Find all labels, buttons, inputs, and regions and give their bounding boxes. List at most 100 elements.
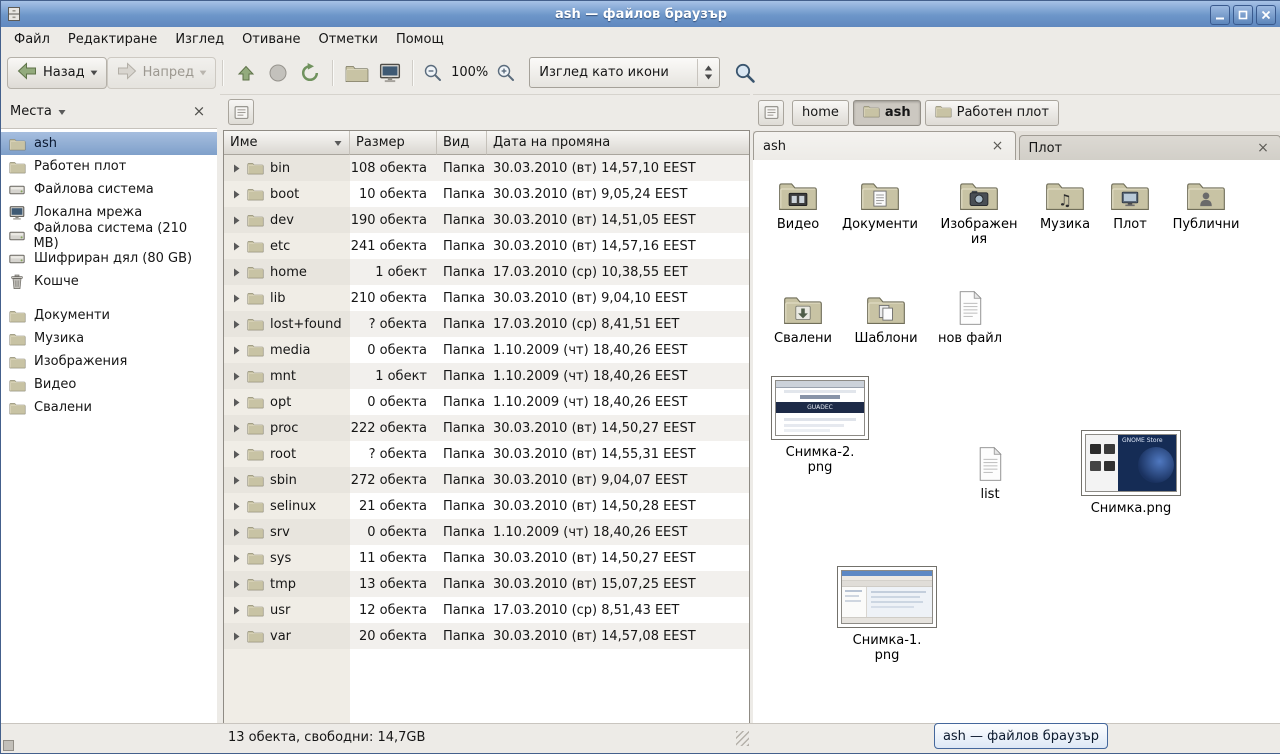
column-header-size[interactable]: Размер [350, 131, 437, 155]
tree-row-proc[interactable]: proc222 обектаПапка30.03.2010 (вт) 14,50… [224, 415, 749, 441]
sidebar-item-music[interactable]: Музика [1, 327, 217, 350]
menu-go[interactable]: Отиване [233, 29, 309, 50]
tree-row-lib[interactable]: lib210 обектаПапка30.03.2010 (вт) 9,04,1… [224, 285, 749, 311]
tab-close-icon[interactable]: × [1255, 140, 1271, 156]
expander-icon[interactable] [230, 502, 243, 511]
tree-row-var[interactable]: var20 обектаПапка30.03.2010 (вт) 14,57,0… [224, 623, 749, 649]
sidebar-item-encrypted-80gb[interactable]: Шифриран дял (80 GB) [1, 247, 217, 270]
tab-plot[interactable]: Плот× [1019, 135, 1280, 160]
up-button[interactable] [230, 57, 262, 89]
expander-icon[interactable] [230, 216, 243, 225]
icon-view-item-videos[interactable]: Видео [753, 178, 843, 232]
tree-row-opt[interactable]: opt0 обектаПапка1.10.2009 (чт) 18,40,26 … [224, 389, 749, 415]
tree-row-etc[interactable]: etc241 обектаПапка30.03.2010 (вт) 14,57,… [224, 233, 749, 259]
tab-close-icon[interactable]: × [990, 138, 1006, 154]
expander-icon[interactable] [230, 242, 243, 251]
expander-icon[interactable] [230, 632, 243, 641]
icon-view-item-desktop[interactable]: Плот [1095, 178, 1165, 232]
icon-view-item-public[interactable]: Публични [1161, 178, 1251, 232]
sidebar-selector-icon[interactable] [57, 102, 67, 121]
sidebar-item-trash[interactable]: Кошче [1, 270, 217, 293]
tree-row-usr[interactable]: usr12 обектаПапка17.03.2010 (ср) 8,51,43… [224, 597, 749, 623]
tree-row-bin[interactable]: bin108 обектаПапка30.03.2010 (вт) 14,57,… [224, 155, 749, 181]
icon-view-item-list[interactable]: list [957, 446, 1023, 502]
zoom-in-button[interactable] [493, 57, 519, 89]
expander-icon[interactable] [230, 164, 243, 173]
column-header-name[interactable]: Име [224, 131, 350, 155]
sidebar-item-documents[interactable]: Документи [1, 304, 217, 327]
expander-icon[interactable] [230, 320, 243, 329]
tree-row-home[interactable]: home1 обектПапка17.03.2010 (ср) 10,38,55… [224, 259, 749, 285]
home-button[interactable] [340, 57, 374, 89]
path-button-desktop[interactable]: Работен плот [925, 100, 1059, 126]
reload-button[interactable] [294, 57, 326, 89]
stop-button[interactable] [262, 57, 294, 89]
icon-view-item-snimka-1[interactable]: Снимка-1.png [831, 566, 943, 664]
expander-icon[interactable] [230, 398, 243, 407]
sidebar-item-downloads[interactable]: Свалени [1, 396, 217, 419]
column-header-type[interactable]: Вид [437, 131, 487, 155]
icon-view-item-music[interactable]: ♫Музика [1025, 178, 1105, 232]
menu-help[interactable]: Помощ [387, 29, 453, 50]
sidebar-item-filesystem-210mb[interactable]: Файлова система (210 MB) [1, 224, 217, 247]
sidebar-item-pictures[interactable]: Изображения [1, 350, 217, 373]
resize-grip[interactable] [736, 731, 749, 746]
expander-icon[interactable] [230, 346, 243, 355]
sidebar-item-filesystem[interactable]: Файлова система [1, 178, 217, 201]
expander-icon[interactable] [230, 268, 243, 277]
tree-row-dev[interactable]: dev190 обектаПапка30.03.2010 (вт) 14,51,… [224, 207, 749, 233]
tree-row-root[interactable]: root? обектаПапка30.03.2010 (вт) 14,55,3… [224, 441, 749, 467]
sidebar-item-ash[interactable]: ash [1, 132, 217, 155]
tree-pane-toggle-button[interactable] [228, 99, 254, 125]
sidebar-item-desktop[interactable]: Работен плот [1, 155, 217, 178]
icon-view-item-snimka-2[interactable]: GUADEC Снимка-2.png [765, 376, 875, 476]
close-button[interactable] [1256, 5, 1276, 25]
zoom-out-button[interactable] [420, 57, 446, 89]
expander-icon[interactable] [230, 554, 243, 563]
expander-icon[interactable] [230, 190, 243, 199]
back-button[interactable]: Назад [7, 57, 107, 89]
titlebar[interactable]: ash — файлов браузър [1, 1, 1280, 27]
expander-icon[interactable] [230, 528, 243, 537]
expander-icon[interactable] [230, 450, 243, 459]
menu-bookmarks[interactable]: Отметки [309, 29, 386, 50]
computer-button[interactable] [374, 57, 406, 89]
path-pane-toggle-button[interactable] [758, 100, 784, 126]
tree-row-sbin[interactable]: sbin272 обектаПапка30.03.2010 (вт) 9,04,… [224, 467, 749, 493]
icon-view-item-new-file[interactable]: нов файл [925, 290, 1015, 346]
forward-button[interactable]: Напред [107, 57, 216, 89]
tree-row-lost+found[interactable]: lost+found? обектаПапка17.03.2010 (ср) 8… [224, 311, 749, 337]
icon-view-item-snimka[interactable]: GNOME StoreСнимка.png [1075, 430, 1187, 516]
menu-edit[interactable]: Редактиране [59, 29, 166, 50]
sidebar-item-videos[interactable]: Видео [1, 373, 217, 396]
tree-row-mnt[interactable]: mnt1 обектПапка1.10.2009 (чт) 18,40,26 E… [224, 363, 749, 389]
tree-row-selinux[interactable]: selinux21 обектаПапка30.03.2010 (вт) 14,… [224, 493, 749, 519]
tree-row-boot[interactable]: boot10 обектаПапка30.03.2010 (вт) 9,05,2… [224, 181, 749, 207]
path-button-home[interactable]: home [792, 100, 849, 126]
taskbar-window-button[interactable]: ash — файлов браузър [934, 723, 1108, 749]
expander-icon[interactable] [230, 294, 243, 303]
column-header-date[interactable]: Дата на промяна [487, 131, 749, 155]
expander-icon[interactable] [230, 580, 243, 589]
icon-view-item-pictures[interactable]: Изображения [931, 178, 1027, 248]
icon-view-item-templates[interactable]: Шаблони [841, 292, 931, 346]
tree-row-media[interactable]: media0 обектаПапка1.10.2009 (чт) 18,40,2… [224, 337, 749, 363]
icon-view-item-downloads[interactable]: Свалени [758, 292, 848, 346]
tab-ash[interactable]: ash× [753, 131, 1016, 160]
minimize-button[interactable] [1210, 5, 1230, 25]
expander-icon[interactable] [230, 424, 243, 433]
icon-view-item-documents[interactable]: Документи [835, 178, 925, 232]
expander-icon[interactable] [230, 476, 243, 485]
path-button-ash[interactable]: ash [853, 100, 921, 126]
view-mode-select[interactable]: Изглед като икони [529, 57, 720, 88]
search-button[interactable] [728, 57, 762, 89]
tree-row-srv[interactable]: srv0 обектаПапка1.10.2009 (чт) 18,40,26 … [224, 519, 749, 545]
sidebar-close-button[interactable]: × [190, 102, 208, 120]
tree-row-tmp[interactable]: tmp13 обектаПапка30.03.2010 (вт) 15,07,2… [224, 571, 749, 597]
tree-row-sys[interactable]: sys11 обектаПапка30.03.2010 (вт) 14,50,2… [224, 545, 749, 571]
menu-file[interactable]: Файл [5, 29, 59, 50]
expander-icon[interactable] [230, 372, 243, 381]
maximize-button[interactable] [1233, 5, 1253, 25]
menu-view[interactable]: Изглед [166, 29, 233, 50]
expander-icon[interactable] [230, 606, 243, 615]
